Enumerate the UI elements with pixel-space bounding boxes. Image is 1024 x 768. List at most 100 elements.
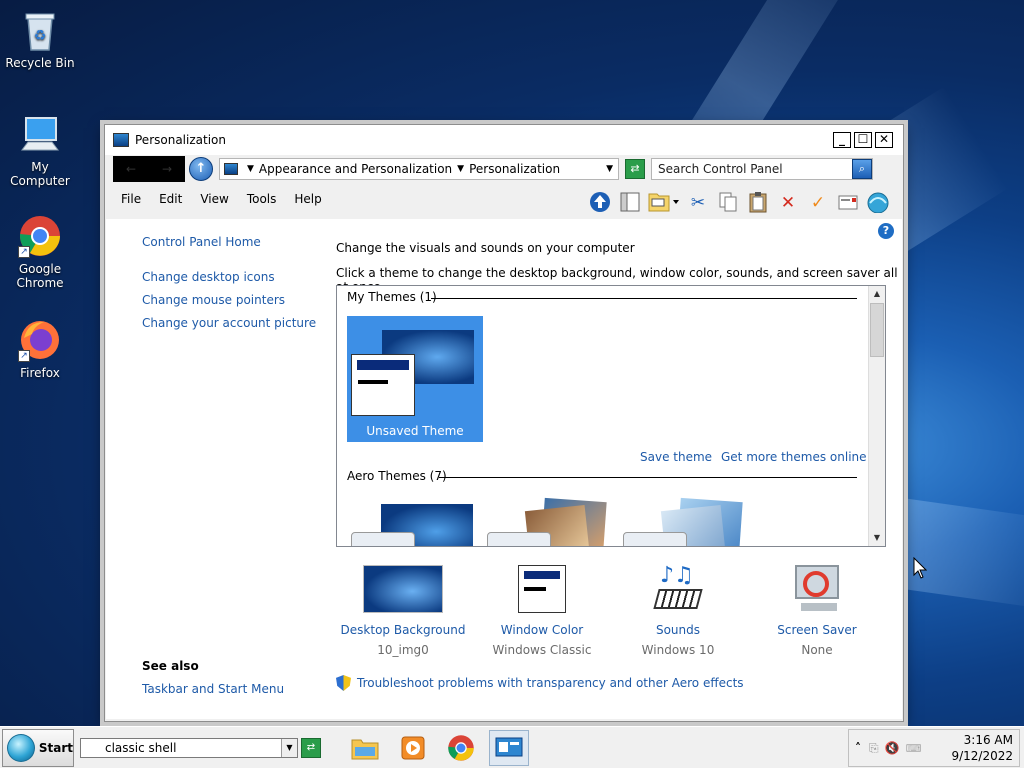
scroll-thumb[interactable] [870,303,884,357]
address-dropdown-icon[interactable]: ▼ [606,164,613,174]
wallpaper-icon [363,565,443,615]
content-area: ? Control Panel Home Change desktop icon… [106,219,902,719]
desktop-icon-label: My Computer [10,160,70,188]
window-color-icon [502,565,582,615]
change-desktop-icons-link[interactable]: Change desktop icons [142,270,275,284]
divider [431,298,857,299]
control-panel-home-link[interactable]: Control Panel Home [142,235,261,249]
properties-icon[interactable] [835,191,861,215]
aero-theme-windows[interactable] [351,504,473,546]
start-orb-icon [7,733,35,762]
aero-theme-architecture[interactable] [487,497,607,546]
network-icon[interactable]: ⎘ [869,741,879,756]
show-hidden-icons-icon[interactable]: ˄ [855,741,861,755]
back-arrow-icon[interactable]: ← [126,162,136,176]
checkmark-icon[interactable]: ✓ [805,191,831,215]
taskbar-search-value: classic shell [105,740,177,755]
up-arrow-icon: ↑ [195,161,207,176]
menu-help[interactable]: Help [294,192,321,206]
back-forward-buttons[interactable]: ← → [113,156,185,182]
search-icon[interactable]: ⌕ [852,159,872,179]
shield-icon [336,675,351,691]
themes-scrollbar[interactable]: ▲ ▼ [868,286,885,546]
change-account-picture-link[interactable]: Change your account picture [142,316,316,330]
system-tray: ˄ ⎘ 🔇 ⌨ 3:16 AM 9/12/2022 [848,729,1020,767]
panes-icon[interactable] [617,191,643,215]
theme-window-thumbnail [351,354,415,416]
menu-file[interactable]: File [121,192,141,206]
taskbar-search-input[interactable]: classic shell ▼ [80,737,298,758]
scroll-down-icon[interactable]: ▼ [869,530,885,546]
page-heading: Change the visuals and sounds on your co… [336,241,635,255]
desktop-icon-label: Recycle Bin [5,56,75,70]
cut-icon[interactable]: ✂ [685,191,711,215]
forward-arrow-icon[interactable]: → [162,162,172,176]
breadcrumb-appearance[interactable]: Appearance and Personalization [259,162,452,176]
sounds-option[interactable]: ♪♫ Sounds Windows 10 [613,563,743,657]
menu-view[interactable]: View [200,192,228,206]
divider [439,477,857,478]
window-color-option[interactable]: Window Color Windows Classic [477,565,607,657]
desktop-icon-firefox[interactable]: ↗ Firefox [0,318,80,380]
troubleshoot-link[interactable]: Troubleshoot problems with transparency … [336,675,744,691]
volume-muted-icon[interactable]: 🔇 [885,741,900,755]
taskbar-start-menu-link[interactable]: Taskbar and Start Menu [142,682,284,696]
menu-edit[interactable]: Edit [159,192,182,206]
get-more-themes-link[interactable]: Get more themes online [721,450,867,464]
help-icon[interactable]: ? [878,223,894,239]
media-player-icon[interactable] [393,730,433,766]
shell-icon[interactable] [865,191,891,215]
start-button[interactable]: Start [2,728,74,767]
desktop-icon-my-computer[interactable]: My Computer [0,112,80,188]
option-value: Windows Classic [492,643,592,657]
paste-icon[interactable] [745,191,771,215]
up-button[interactable]: ↑ [189,157,213,181]
clock-time: 3:16 AM [963,733,1013,747]
language-icon[interactable]: ⌨ [906,742,922,755]
scroll-up-icon[interactable]: ▲ [869,286,885,302]
search-placeholder: Search Control Panel [658,162,783,176]
chrome-icon: ↗ [18,214,62,258]
window-title: Personalization [135,133,226,147]
go-refresh-button[interactable]: ⇄ [625,159,645,179]
taskbar-go-button[interactable]: ⇄ [301,737,321,758]
option-value: 10_img0 [377,643,429,657]
theme-unsaved[interactable]: Unsaved Theme [347,316,483,442]
menu-tools[interactable]: Tools [247,192,277,206]
taskbar: Start classic shell ▼ ⇄ ˄ ⎘ 🔇 ⌨ 3:16 AM … [0,726,1024,768]
address-bar[interactable]: ▼ Appearance and Personalization ▼ Perso… [219,158,619,180]
file-explorer-icon[interactable] [345,730,385,766]
computer-icon [18,112,62,156]
see-also-heading: See also [142,659,199,673]
screen-saver-icon [777,565,857,615]
screen-saver-option[interactable]: Screen Saver None [752,565,882,657]
option-label: Sounds [655,623,701,637]
close-button[interactable]: ✕ [875,132,893,148]
clock[interactable]: 3:16 AM 9/12/2022 [951,732,1013,764]
up-icon[interactable] [587,191,613,215]
desktop-icon-google-chrome[interactable]: ↗ Google Chrome [0,214,80,290]
desktop-icon-recycle-bin[interactable]: ♻ Recycle Bin [0,8,80,70]
delete-icon[interactable]: ✕ [775,191,801,215]
copy-icon[interactable] [715,191,741,215]
chevron-down-icon[interactable]: ▼ [281,738,297,757]
chrome-icon[interactable] [441,730,481,766]
chevron-down-icon[interactable]: ▼ [247,164,254,174]
toolbar: ✂ ✕ ✓ [583,191,891,215]
save-theme-link[interactable]: Save theme [640,450,712,464]
aero-theme-characters[interactable] [623,497,743,546]
desktop-background-option[interactable]: Desktop Background 10_img0 [338,565,468,657]
minimize-button[interactable]: _ [833,132,851,148]
search-input[interactable]: Search Control Panel ⌕ [651,158,873,180]
change-mouse-pointers-link[interactable]: Change mouse pointers [142,293,285,307]
title-bar[interactable]: Personalization _ ☐ ✕ [105,125,903,155]
aero-themes-header: Aero Themes (7) [347,469,447,483]
chevron-down-icon[interactable]: ▼ [457,164,464,174]
folder-icon[interactable] [647,191,681,215]
maximize-button[interactable]: ☐ [854,132,872,148]
themes-list[interactable]: My Themes (1) Unsaved Theme Save theme G… [336,285,886,547]
shortcut-arrow-icon: ↗ [18,350,30,362]
start-label: Start [38,740,73,755]
control-panel-icon[interactable] [489,729,529,766]
breadcrumb-personalization[interactable]: Personalization [469,162,560,176]
